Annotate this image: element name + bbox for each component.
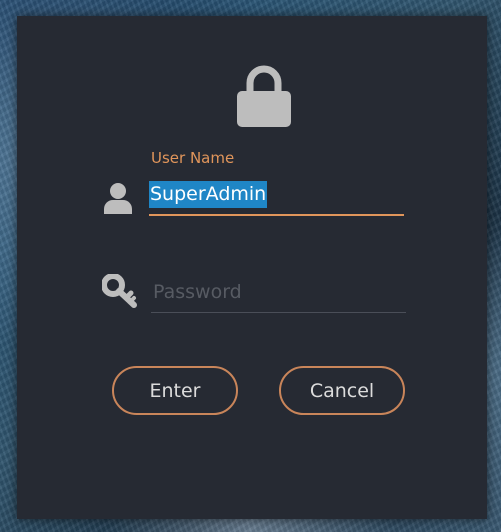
cancel-button[interactable]: Cancel — [279, 366, 405, 415]
username-label: User Name — [151, 149, 235, 167]
username-field[interactable]: SuperAdmin — [149, 178, 404, 216]
enter-button[interactable]: Enter — [112, 366, 238, 415]
password-field[interactable] — [151, 271, 406, 313]
user-icon — [104, 183, 132, 214]
lock-icon — [237, 65, 291, 127]
key-icon — [102, 274, 137, 308]
username-value: SuperAdmin — [149, 181, 268, 208]
